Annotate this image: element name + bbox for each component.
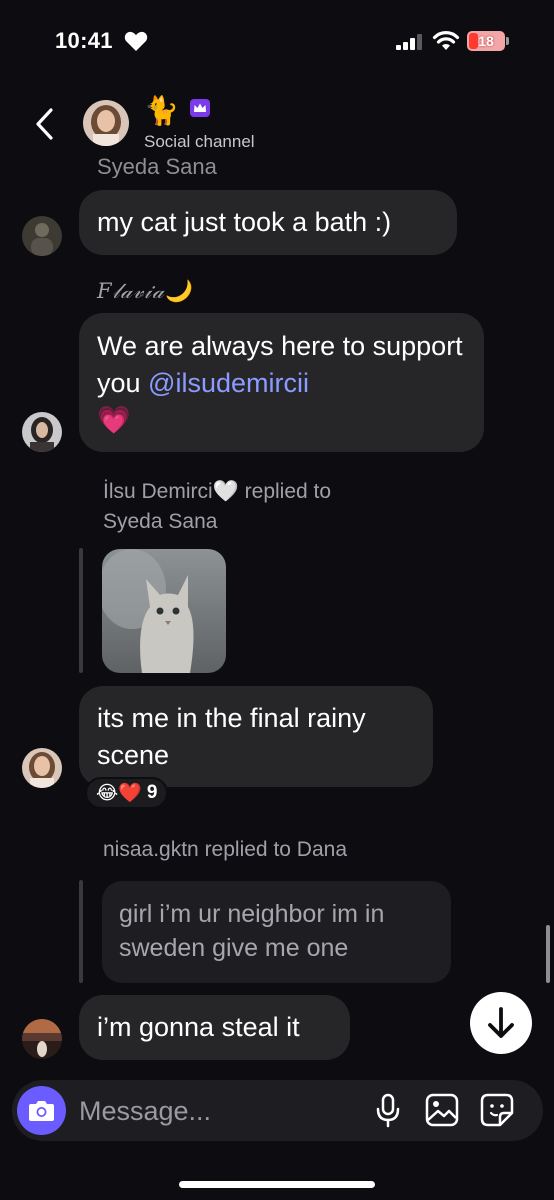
message-bubble[interactable]: i’m gonna steal it — [79, 995, 350, 1060]
avatar[interactable] — [22, 216, 62, 256]
back-chevron-icon[interactable] — [30, 104, 58, 144]
sender-name: Syeda Sana — [97, 154, 217, 178]
reply-header: nisaa.gktn replied to Dana — [103, 838, 347, 861]
channel-title-emoji: 🐈 — [144, 95, 179, 126]
avatar[interactable] — [22, 1019, 62, 1059]
message-bubble[interactable]: my cat just took a bath :) — [79, 190, 457, 255]
scrollbar[interactable] — [546, 925, 550, 983]
crown-icon — [190, 99, 210, 117]
battery-indicator: 18 — [467, 31, 509, 51]
avatar[interactable] — [22, 748, 62, 788]
message-bubble[interactable]: its me in the final rainy scene — [79, 686, 433, 787]
avatar[interactable] — [22, 412, 62, 452]
reaction-emojis: 😂❤️ — [96, 783, 142, 804]
home-indicator[interactable] — [179, 1181, 375, 1188]
microphone-icon[interactable] — [374, 1093, 402, 1129]
heart-icon — [124, 31, 148, 51]
channel-avatar[interactable] — [83, 100, 129, 146]
message-bubble[interactable]: We are always here to support you @ilsud… — [79, 313, 484, 452]
replied-image-thumbnail[interactable] — [102, 549, 226, 673]
scroll-to-bottom-button[interactable] — [470, 992, 532, 1054]
reaction-count: 9 — [146, 782, 158, 803]
sticker-icon[interactable] — [480, 1093, 514, 1127]
reply-indicator-bar — [79, 548, 83, 673]
camera-button[interactable] — [17, 1086, 66, 1135]
reply-header: İlsu Demirci🤍 replied to Syeda Sana — [103, 477, 331, 537]
reactions-pill[interactable]: 😂❤️ 9 — [85, 777, 169, 809]
sender-name: 𝐹𝓁𝒶𝓋𝒾𝒶🌙 — [97, 279, 192, 303]
channel-subtitle: Social channel — [144, 132, 255, 151]
user-mention-link[interactable]: @ilsudemircii — [148, 368, 309, 398]
message-input[interactable] — [79, 1091, 359, 1131]
pink-heart-emoji: 💗 — [97, 405, 131, 435]
battery-level: 18 — [478, 33, 494, 49]
reply-header-line: İlsu Demirci🤍 replied to — [103, 480, 332, 503]
reply-indicator-bar — [79, 880, 83, 983]
cellular-signal-icon — [396, 34, 422, 50]
gallery-icon[interactable] — [425, 1093, 459, 1127]
wifi-icon — [432, 31, 460, 50]
status-time: 10:41 — [55, 28, 113, 53]
arrow-down-icon — [488, 1007, 514, 1038]
camera-icon — [29, 1101, 54, 1121]
reply-header-line: Syeda Sana — [103, 510, 218, 533]
quoted-message[interactable]: girl i’m ur neighbor im in sweden give m… — [102, 881, 451, 983]
